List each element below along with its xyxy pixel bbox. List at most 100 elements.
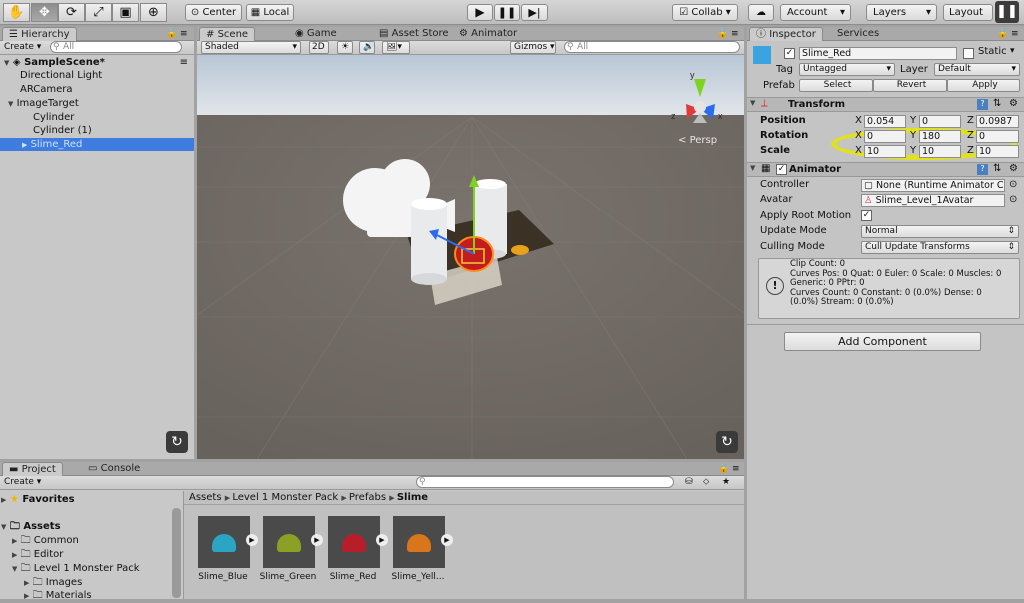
scene-row[interactable]: ▼ ◈ SampleScene* ≡	[0, 56, 194, 69]
menu-icon[interactable]: ≡	[732, 464, 740, 475]
tab-animator[interactable]: ⚙ Animator	[453, 27, 523, 41]
move-tool-icon[interactable]: ✥	[31, 3, 58, 22]
rotate-view-icon[interactable]: ↻	[716, 431, 738, 453]
menu-icon[interactable]: ≡	[1011, 29, 1019, 40]
project-search-input[interactable]: ⚲	[416, 476, 674, 488]
tag-dropdown[interactable]: Untagged ▾	[799, 63, 895, 76]
lighting-toggle-icon[interactable]: ☀	[337, 41, 353, 54]
hand-tool-icon[interactable]: ✋	[3, 3, 30, 22]
lock-icon[interactable]: 🔒	[717, 29, 728, 40]
rotate-tool-icon[interactable]: ⟳	[58, 3, 85, 22]
collab-button[interactable]: ☑ Collab ▾	[672, 4, 738, 21]
layer-dropdown[interactable]: Default ▾	[934, 63, 1020, 76]
object-picker-icon[interactable]: ⊙	[1009, 179, 1017, 190]
favorites-row[interactable]: ▶ ★ Favorites	[0, 493, 183, 506]
filter-label-icon[interactable]: ⬦	[703, 477, 709, 488]
expand-prefab-icon[interactable]: ▶	[441, 534, 453, 546]
list-item[interactable]: Cylinder	[0, 111, 194, 124]
add-component-button[interactable]: Add Component	[784, 332, 981, 351]
culling-mode-dropdown[interactable]: Cull Update Transforms ⇕	[861, 241, 1019, 254]
prefab-apply-button[interactable]: Apply	[947, 79, 1020, 92]
perspective-label[interactable]: < Persp	[678, 135, 717, 146]
tab-services[interactable]: Services	[831, 27, 885, 41]
toggle-2d-button[interactable]: 2D	[309, 41, 329, 54]
breadcrumb-item[interactable]: Prefabs	[349, 492, 386, 503]
scale-z-field[interactable]: 10	[976, 145, 1019, 158]
active-checkbox[interactable]: ✓	[784, 48, 795, 59]
hierarchy-search-input[interactable]: ⚲ All	[50, 41, 182, 53]
hierarchy-rotate-icon[interactable]: ↻	[166, 431, 188, 453]
breadcrumb-item[interactable]: Level 1 Monster Pack	[232, 492, 338, 503]
tab-asset-store[interactable]: ▤ Asset Store	[373, 27, 455, 41]
transform-tool-icon[interactable]: ⊕	[140, 3, 167, 22]
tab-hierarchy[interactable]: ☰ Hierarchy	[2, 27, 77, 41]
expand-prefab-icon[interactable]: ▶	[246, 534, 258, 546]
tab-console[interactable]: ▭ Console	[82, 462, 146, 476]
effects-dropdown-icon[interactable]: 🖼▾	[382, 41, 410, 54]
list-item[interactable]: Directional Light	[0, 69, 194, 82]
chevron-down-icon[interactable]: ▾	[1010, 46, 1015, 56]
list-item[interactable]: ▶ 🗀 Materials	[0, 589, 183, 602]
list-item[interactable]: ▶ 🗀 Images	[0, 576, 183, 589]
root-motion-checkbox[interactable]: ✓	[861, 210, 872, 221]
tab-inspector[interactable]: ⓘ Inspector	[749, 27, 823, 41]
gear-icon[interactable]: ⚙	[1009, 163, 1018, 174]
scale-y-field[interactable]: 10	[919, 145, 961, 158]
animator-enabled-checkbox[interactable]: ✓	[776, 164, 787, 175]
avatar-field[interactable]: ♙ Slime_Level_1Avatar	[861, 194, 1005, 207]
rotation-z-field[interactable]: 0	[976, 130, 1019, 143]
audio-toggle-icon[interactable]: 🔊	[359, 41, 375, 54]
scene-search-input[interactable]: ⚲ All	[564, 41, 740, 53]
layers-dropdown[interactable]: Layers ▾	[866, 4, 937, 21]
preset-icon[interactable]: ⇅	[993, 163, 1001, 174]
rect-tool-icon[interactable]: ▣	[112, 3, 139, 22]
lock-icon[interactable]: 🔒	[997, 29, 1008, 40]
list-item[interactable]: ▶ 🗀 Editor	[0, 548, 183, 561]
help-icon[interactable]: ?	[977, 164, 988, 175]
cylinder-object[interactable]	[411, 198, 447, 285]
list-item[interactable]: Cylinder (1)	[0, 124, 194, 137]
static-checkbox[interactable]	[963, 48, 974, 59]
scale-tool-icon[interactable]: ⤢	[85, 3, 112, 22]
asset-thumbnail[interactable]	[328, 516, 380, 568]
prefab-select-button[interactable]: Select	[799, 79, 873, 92]
favorite-star-icon[interactable]: ★	[722, 477, 730, 488]
menu-icon[interactable]: ≡	[180, 29, 188, 40]
gizmos-dropdown[interactable]: Gizmos ▾	[510, 41, 556, 54]
asset-thumbnail[interactable]	[198, 516, 250, 568]
pivot-local-button[interactable]: ▦ Local	[246, 4, 294, 21]
preset-icon[interactable]: ⇅	[993, 98, 1001, 109]
help-icon[interactable]: ?	[977, 99, 988, 110]
step-button[interactable]: ▶|	[521, 4, 548, 21]
expand-prefab-icon[interactable]: ▶	[376, 534, 388, 546]
transform-header[interactable]: ▼ ⟂ Transform ? ⇅ ⚙	[747, 97, 1024, 112]
create-button[interactable]: Create ▾	[4, 42, 41, 53]
list-item[interactable]: ARCamera	[0, 83, 194, 96]
menu-icon[interactable]: ≡	[731, 29, 739, 40]
lock-icon[interactable]: 🔒	[718, 464, 729, 475]
filter-type-icon[interactable]: ⛁	[685, 477, 693, 488]
create-button[interactable]: Create ▾	[4, 477, 41, 488]
tab-project[interactable]: ▬ Project	[2, 462, 63, 476]
animator-header[interactable]: ▼ ▦ ✓ Animator ? ⇅ ⚙	[747, 162, 1024, 177]
asset-thumbnail[interactable]	[393, 516, 445, 568]
asset-thumbnail[interactable]	[263, 516, 315, 568]
position-x-field[interactable]: 0.054	[864, 115, 906, 128]
scene-viewport[interactable]: y z x	[197, 27, 744, 459]
assets-row[interactable]: ▼ 🗀 Assets	[0, 520, 183, 533]
gear-icon[interactable]: ⚙	[1009, 98, 1018, 109]
scene-view[interactable]: y z x < Persp ↻ ↻	[197, 27, 744, 459]
tab-scene[interactable]: # Scene	[199, 27, 256, 41]
rotation-y-field[interactable]: 180	[919, 130, 961, 143]
lock-icon[interactable]: 🔒	[166, 29, 177, 40]
tab-game[interactable]: ◉ Game	[289, 27, 343, 41]
position-y-field[interactable]: 0	[919, 115, 961, 128]
cloud-button[interactable]: ☁	[748, 4, 774, 21]
controller-field[interactable]: ▢ None (Runtime Animator C	[861, 179, 1005, 192]
scale-x-field[interactable]: 10	[864, 145, 906, 158]
object-name-field[interactable]: Slime_Red	[799, 47, 957, 60]
list-item[interactable]: ▼ 🗀 Level 1 Monster Pack	[0, 562, 183, 575]
breadcrumb-item[interactable]: Assets	[189, 492, 222, 503]
list-item[interactable]: ▶ 🗀 Common	[0, 534, 183, 547]
pause-button[interactable]: ❚❚	[494, 4, 520, 21]
